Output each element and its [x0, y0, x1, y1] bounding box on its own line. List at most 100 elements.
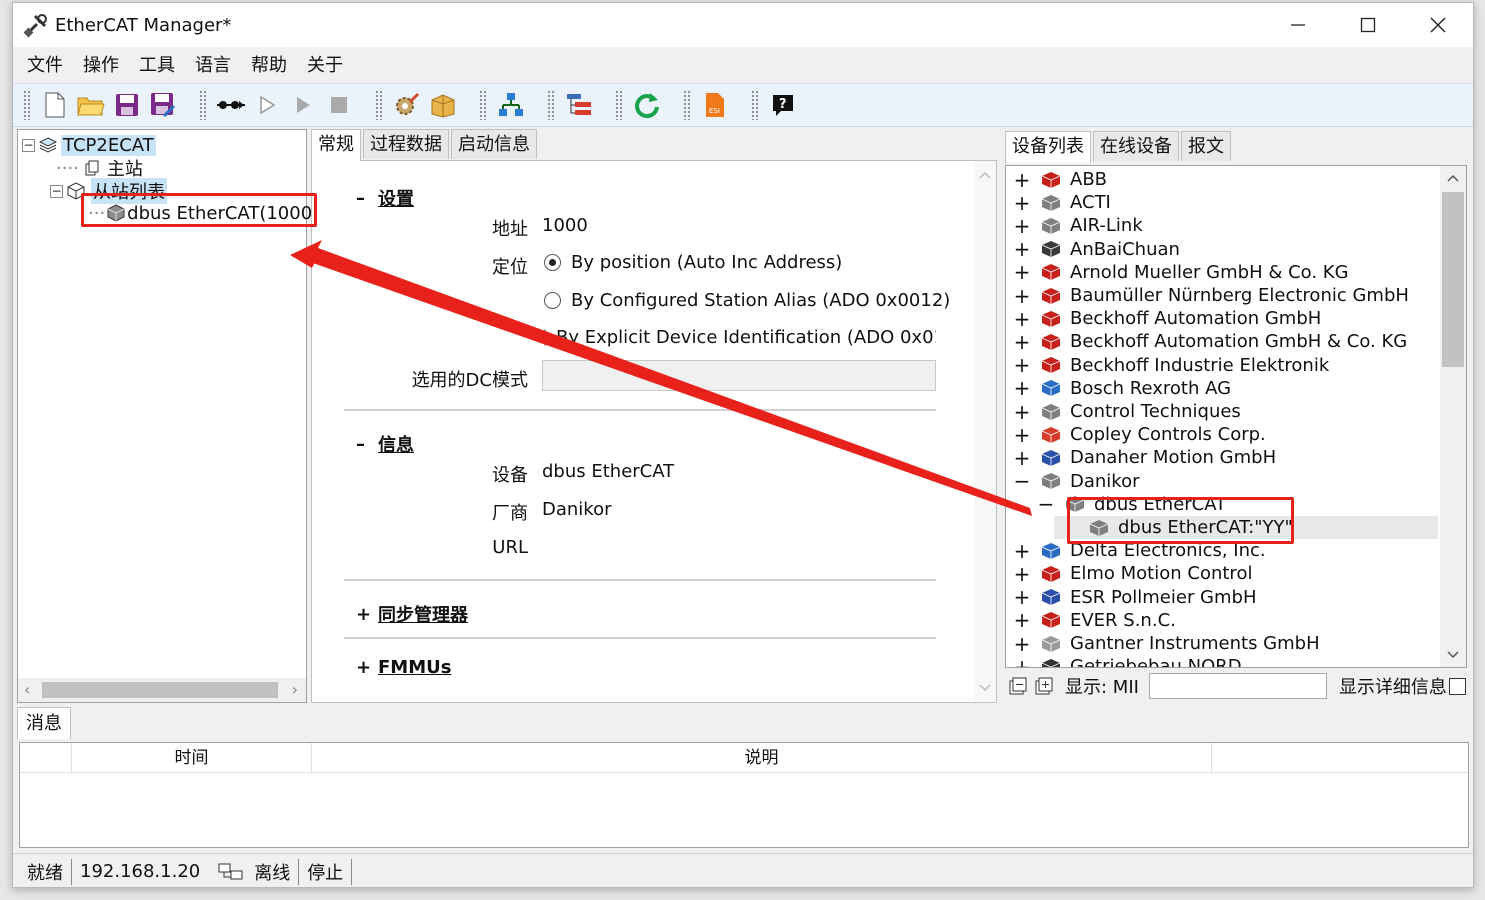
topology-button[interactable]: [564, 90, 594, 120]
collapse-toggle[interactable]: −: [1010, 469, 1034, 493]
settings-section-header[interactable]: – 设置: [356, 185, 414, 211]
catalog-row[interactable]: + Beckhoff Automation GmbH & Co. KG: [1006, 330, 1408, 354]
stop-button[interactable]: [324, 90, 354, 120]
menu-file[interactable]: 文件: [17, 47, 73, 83]
catalog-row[interactable]: + Arnold Mueller GmbH & Co. KG: [1006, 260, 1349, 284]
column-extra[interactable]: [1212, 743, 1468, 773]
tree-node-master[interactable]: ···· 主站: [56, 157, 143, 181]
expand-toggle[interactable]: +: [1010, 284, 1034, 308]
expand-toggle[interactable]: +: [1010, 376, 1034, 400]
tab-messages-log[interactable]: 消息: [17, 707, 71, 739]
menu-tools[interactable]: 工具: [129, 47, 185, 83]
catalog-row[interactable]: + ABB: [1006, 168, 1107, 192]
catalog-row[interactable]: + Baumüller Nürnberg Electronic GmbH: [1006, 284, 1409, 308]
expand-toggle[interactable]: +: [1010, 307, 1034, 331]
catalog-row[interactable]: − Danikor: [1006, 469, 1140, 493]
catalog-row[interactable]: + Bosch Rexroth AG: [1006, 376, 1231, 400]
save-as-button[interactable]: [148, 90, 178, 120]
collapse-all-icon[interactable]: [1009, 677, 1027, 695]
tab-messages[interactable]: 报文: [1181, 131, 1231, 161]
toolbar-grip[interactable]: [23, 90, 31, 120]
toolbar-grip[interactable]: [615, 90, 623, 120]
expand-toggle[interactable]: +: [1010, 191, 1034, 215]
catalog-row[interactable]: + ACTI: [1006, 191, 1111, 215]
expand-toggle[interactable]: +: [1010, 423, 1034, 447]
catalog-vertical-scrollbar[interactable]: [1440, 166, 1466, 667]
catalog-row[interactable]: + ESR Pollmeier GmbH: [1006, 585, 1257, 609]
toolbar-grip[interactable]: [751, 90, 759, 120]
collapse-toggle[interactable]: −: [50, 184, 63, 198]
scroll-thumb[interactable]: [1442, 192, 1464, 367]
scroll-thumb[interactable]: [42, 682, 278, 698]
expand-toggle[interactable]: +: [1010, 608, 1034, 632]
expand-toggle[interactable]: +: [1010, 632, 1034, 656]
info-section-header[interactable]: – 信息: [356, 431, 414, 457]
maximize-button[interactable]: [1333, 3, 1403, 47]
expand-toggle[interactable]: +: [1010, 237, 1034, 261]
tab-general[interactable]: 常规: [311, 129, 361, 161]
expand-toggle[interactable]: +: [1010, 168, 1034, 192]
expand-toggle[interactable]: +: [1010, 655, 1034, 667]
collapse-toggle[interactable]: −: [1034, 492, 1058, 516]
menu-language[interactable]: 语言: [185, 47, 241, 83]
catalog-row[interactable]: + Gantner Instruments GmbH: [1006, 632, 1320, 656]
catalog-row[interactable]: + Getriebebau NORD: [1006, 655, 1242, 667]
menu-help[interactable]: 帮助: [241, 47, 297, 83]
tab-process-data[interactable]: 过程数据: [363, 129, 449, 159]
expand-toggle[interactable]: +: [1010, 353, 1034, 377]
catalog-search-input[interactable]: [1148, 673, 1327, 699]
catalog-row[interactable]: + Control Techniques: [1006, 400, 1241, 424]
menu-about[interactable]: 关于: [297, 47, 353, 83]
fmmu-section-header[interactable]: + FMMUs: [356, 657, 451, 678]
sync-manager-section-header[interactable]: + 同步管理器: [356, 601, 468, 627]
show-details-checkbox[interactable]: [1448, 677, 1466, 695]
catalog-row[interactable]: + Beckhoff Industrie Elektronik: [1006, 353, 1330, 377]
position-option-explicit-id[interactable]: By Explicit Device Identification (ADO 0…: [544, 327, 936, 348]
radio-selected[interactable]: [544, 254, 561, 271]
expand-toggle[interactable]: +: [1010, 214, 1034, 238]
minimize-button[interactable]: [1263, 3, 1333, 47]
run-outline-button[interactable]: [252, 90, 282, 120]
scroll-down-icon[interactable]: [1447, 651, 1459, 659]
scroll-up-icon[interactable]: [979, 171, 991, 179]
expand-toggle[interactable]: +: [1010, 260, 1034, 284]
dc-mode-select[interactable]: [542, 360, 936, 391]
expand-all-icon[interactable]: [1035, 677, 1053, 695]
tree-node-slave-list[interactable]: − 从站列表: [50, 178, 167, 204]
catalog-row[interactable]: + Elmo Motion Control: [1006, 562, 1253, 586]
toolbar-grip[interactable]: [683, 90, 691, 120]
position-option-station-alias[interactable]: By Configured Station Alias (ADO 0x0012): [544, 290, 950, 311]
scroll-right-icon[interactable]: ›: [292, 680, 298, 699]
tab-device-list[interactable]: 设备列表: [1005, 131, 1091, 163]
new-file-button[interactable]: [40, 90, 70, 120]
catalog-row[interactable]: + Delta Electronics, Inc.: [1006, 539, 1266, 563]
scroll-down-icon[interactable]: [979, 684, 991, 692]
radio-unselected[interactable]: [544, 329, 546, 346]
expand-toggle[interactable]: +: [1010, 400, 1034, 424]
toolbar-grip[interactable]: [375, 90, 383, 120]
tree-horizontal-scrollbar[interactable]: ‹ ›: [18, 678, 306, 702]
collapse-toggle[interactable]: −: [22, 138, 35, 152]
refresh-button[interactable]: [632, 90, 662, 120]
catalog-row[interactable]: + Danaher Motion GmbH: [1006, 446, 1277, 470]
column-time[interactable]: 时间: [72, 743, 312, 773]
radio-unselected[interactable]: [544, 292, 561, 309]
expand-toggle[interactable]: +: [1010, 539, 1034, 563]
toolbar-grip[interactable]: [479, 90, 487, 120]
catalog-row[interactable]: + AIR-Link: [1006, 214, 1143, 238]
column-description[interactable]: 说明: [312, 743, 1212, 773]
save-button[interactable]: [112, 90, 142, 120]
catalog-row[interactable]: + Beckhoff Automation GmbH: [1006, 307, 1322, 331]
run-button[interactable]: [288, 90, 318, 120]
tab-online-devices[interactable]: 在线设备: [1093, 131, 1179, 161]
expand-toggle[interactable]: +: [1010, 585, 1034, 609]
column-blank[interactable]: [20, 743, 72, 773]
catalog-row[interactable]: + EVER S.n.C.: [1006, 608, 1176, 632]
open-folder-button[interactable]: [76, 90, 106, 120]
network-button[interactable]: [496, 90, 526, 120]
settings-button[interactable]: [392, 90, 422, 120]
scroll-left-icon[interactable]: ‹: [24, 680, 30, 699]
toolbar-grip[interactable]: [547, 90, 555, 120]
expand-toggle[interactable]: +: [1010, 446, 1034, 470]
toolbar-grip[interactable]: [199, 90, 207, 120]
